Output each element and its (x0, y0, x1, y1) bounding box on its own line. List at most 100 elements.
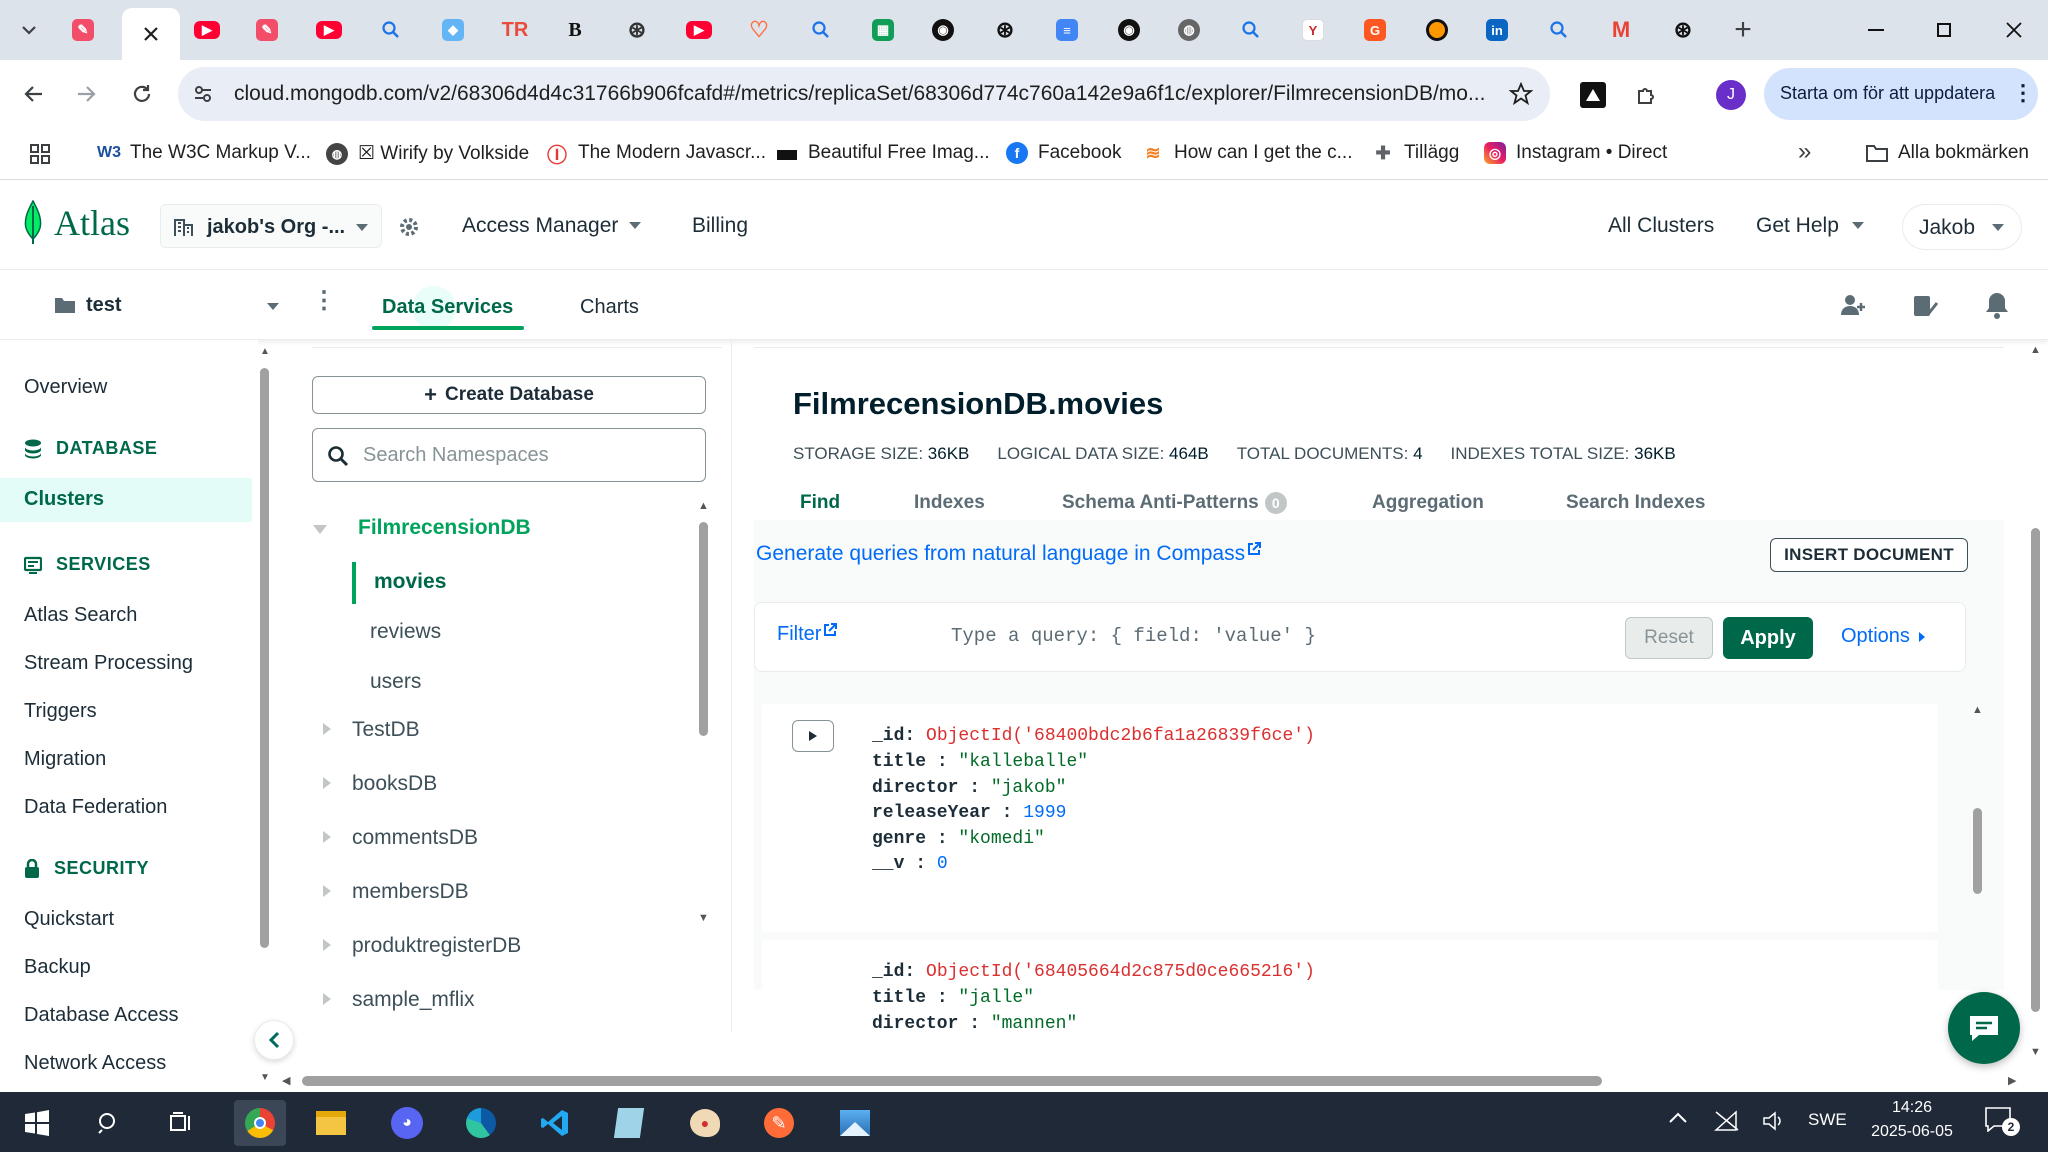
start-button[interactable] (14, 1100, 60, 1146)
nav-network-access[interactable]: Network Access (24, 1052, 166, 1075)
taskbar-discord[interactable]: ◕ (384, 1100, 430, 1146)
tab-charts[interactable]: Charts (580, 296, 639, 319)
nav-backup[interactable]: Backup (24, 956, 91, 979)
close-icon[interactable] (142, 25, 160, 43)
input-language[interactable]: SWE (1808, 1110, 1847, 1130)
taskbar-search[interactable] (86, 1100, 132, 1146)
browser-tab[interactable]: ♡ (730, 10, 788, 50)
insert-document-button[interactable]: INSERT DOCUMENT (1770, 538, 1968, 572)
tab-search-indexes[interactable]: Search Indexes (1566, 492, 1705, 514)
tray-overflow-icon[interactable] (1668, 1110, 1692, 1134)
nav-migration[interactable]: Migration (24, 748, 106, 771)
tab-data-services[interactable]: Data Services (372, 286, 524, 330)
network-icon[interactable] (1714, 1110, 1740, 1137)
browser-tab[interactable]: ≡ (1038, 10, 1096, 50)
access-manager-menu[interactable]: Access Manager (462, 214, 642, 238)
project-kebab-icon[interactable]: ⋮ (312, 286, 336, 315)
browser-tab[interactable]: ◍ (1160, 10, 1218, 50)
browser-tab[interactable]: G (1346, 10, 1404, 50)
tree-db-produktregisterdb[interactable]: produktregisterDB (298, 926, 708, 966)
minimize-button[interactable] (1856, 10, 1896, 50)
tree-db-filmrecensiondb[interactable]: FilmrecensionDB (298, 510, 708, 550)
org-settings-button[interactable] (392, 210, 426, 244)
browser-tab[interactable]: ◉ (914, 10, 972, 50)
tree-db-membersdb[interactable]: membersDB (298, 872, 708, 912)
horizontal-scroll-thumb[interactable] (302, 1076, 1602, 1086)
extension-icon[interactable] (1580, 82, 1606, 108)
bookmark-instagram[interactable]: ◎ Instagram • Direct (1484, 142, 1667, 164)
browser-tab[interactable]: ▶ (300, 10, 358, 50)
browser-tab[interactable] (1530, 10, 1588, 50)
namespace-scroll-thumb[interactable] (699, 522, 708, 736)
update-chrome-button[interactable]: Starta om för att uppdatera ⋮ (1764, 68, 2038, 120)
nav-quickstart[interactable]: Quickstart (24, 908, 114, 931)
tab-aggregation[interactable]: Aggregation (1372, 492, 1484, 514)
documents-scroll-thumb[interactable] (1973, 808, 1982, 894)
org-selector[interactable]: jakob's Org -... (160, 204, 382, 248)
namespace-scrollbar[interactable]: ▲ ▼ (696, 500, 710, 950)
tab-search-menu-button[interactable] (0, 10, 58, 50)
billing-link[interactable]: Billing (692, 214, 748, 238)
query-input[interactable]: Type a query: { field: 'value' } (951, 625, 1316, 647)
browser-tab[interactable]: Y (1284, 10, 1342, 50)
back-button[interactable] (14, 74, 54, 114)
options-toggle[interactable]: Options (1841, 625, 1926, 648)
notifications-button[interactable] (1980, 288, 2014, 322)
browser-tab[interactable]: ◆ (424, 10, 482, 50)
compass-link[interactable]: Generate queries from natural language i… (756, 542, 1262, 566)
sidebar-scroll-thumb[interactable] (260, 368, 269, 948)
tree-db-commentsdb[interactable]: commentsDB (298, 818, 708, 858)
page-scrollbar[interactable]: ▲ ▼ (2026, 340, 2046, 1092)
reload-button[interactable] (122, 74, 162, 114)
taskbar-file-explorer[interactable] (308, 1100, 354, 1146)
site-info-icon[interactable] (188, 79, 218, 109)
browser-tab[interactable]: M (1592, 10, 1650, 50)
omnibox[interactable]: cloud.mongodb.com/v2/68306d4d4c31766b906… (178, 67, 1550, 121)
sidebar-scrollbar[interactable]: ▲ ▼ (258, 340, 272, 1092)
apply-button[interactable]: Apply (1723, 617, 1813, 659)
taskbar-paint[interactable]: ● (682, 1100, 728, 1146)
bookmarks-overflow-icon[interactable]: » (1798, 138, 1811, 166)
nav-clusters[interactable]: Clusters (0, 478, 252, 522)
bookmark-star-icon[interactable] (1506, 79, 1536, 109)
browser-tab[interactable] (1222, 10, 1280, 50)
profile-avatar[interactable]: J (1716, 80, 1746, 110)
all-clusters-link[interactable]: All Clusters (1608, 214, 1714, 238)
bookmark-facebook[interactable]: f Facebook (1006, 142, 1121, 164)
bookmark-unsplash[interactable]: Beautiful Free Imag... (776, 142, 990, 164)
tree-collection-users[interactable]: users (370, 670, 421, 694)
user-menu[interactable]: Jakob (1902, 204, 2022, 250)
task-view-button[interactable] (158, 1100, 204, 1146)
taskbar-chrome[interactable] (234, 1100, 286, 1146)
filter-help-link[interactable]: Filter (777, 623, 838, 646)
nav-stream-processing[interactable]: Stream Processing (24, 652, 193, 675)
browser-tab[interactable]: ⊛ (976, 10, 1034, 50)
browser-tab[interactable]: in (1468, 10, 1526, 50)
new-tab-button[interactable]: + (1714, 10, 1772, 50)
window-close-button[interactable] (1994, 10, 2034, 50)
url-text[interactable]: cloud.mongodb.com/v2/68306d4d4c31766b906… (234, 82, 1485, 106)
tab-indexes[interactable]: Indexes (914, 492, 985, 514)
nav-database-access[interactable]: Database Access (24, 1004, 179, 1027)
bookmark-w3c[interactable]: W3 The W3C Markup V... (97, 142, 311, 164)
horizontal-scrollbar[interactable]: ◀ ▶ (282, 1072, 2024, 1090)
taskbar-photos[interactable] (832, 1100, 878, 1146)
volume-icon[interactable] (1762, 1110, 1786, 1137)
bookmark-wirify[interactable]: ◍ ☒ Wirify by Volkside (326, 142, 529, 165)
nav-data-federation[interactable]: Data Federation (24, 796, 167, 819)
browser-tab[interactable] (362, 10, 420, 50)
page-scroll-thumb[interactable] (2031, 528, 2040, 1012)
browser-tab[interactable]: ✎ (54, 10, 112, 50)
project-selector[interactable]: test (54, 292, 286, 320)
browser-tab-active[interactable] (122, 8, 180, 60)
nav-atlas-search[interactable]: Atlas Search (24, 604, 137, 627)
get-help-menu[interactable]: Get Help (1756, 214, 1865, 238)
tree-collection-movies[interactable]: movies (374, 570, 446, 594)
tab-find[interactable]: Find (800, 492, 840, 514)
tree-collection-reviews[interactable]: reviews (370, 620, 441, 644)
bookmark-extensions[interactable]: ✚ Tillägg (1372, 142, 1459, 164)
browser-tab[interactable]: ✎ (238, 10, 296, 50)
bookmark-javascript-info[interactable]: Ⓘ The Modern Javascr... (546, 142, 766, 167)
create-database-button[interactable]: + Create Database (312, 376, 706, 414)
chat-support-button[interactable] (1948, 992, 2020, 1064)
